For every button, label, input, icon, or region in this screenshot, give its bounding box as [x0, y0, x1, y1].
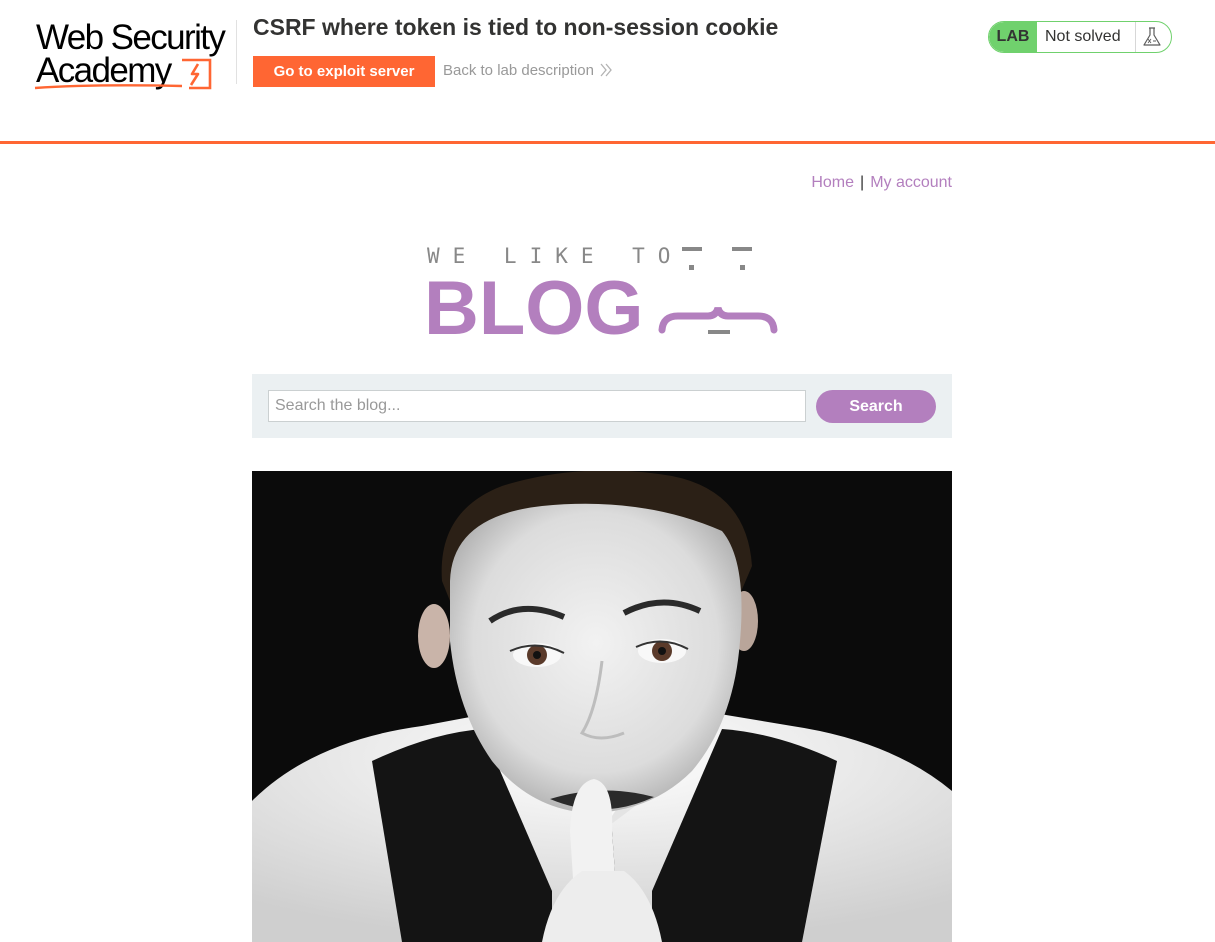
home-link[interactable]: Home — [811, 174, 854, 191]
back-to-lab-description-link[interactable]: Back to lab description — [443, 62, 612, 79]
flask-icon — [1143, 27, 1161, 46]
web-security-academy-logo[interactable]: Web Security Academy — [32, 18, 236, 92]
lab-title: CSRF where token is tied to non-session … — [253, 14, 779, 40]
my-account-link[interactable]: My account — [870, 174, 952, 191]
blog-banner-logo: WE LIKE TO BLOG — [424, 244, 778, 342]
go-to-exploit-server-button[interactable]: Go to exploit server — [253, 56, 435, 87]
search-input[interactable] — [268, 390, 806, 422]
blog-post-image[interactable] — [252, 471, 952, 942]
logo-underline — [34, 84, 183, 90]
nav-separator: | — [860, 174, 865, 191]
logo-line1: Web Security — [36, 18, 226, 57]
lightning-bolt-icon — [182, 58, 212, 90]
lab-status-text: Not solved — [1045, 28, 1121, 45]
lab-badge: LAB — [989, 22, 1037, 52]
search-section: Search — [252, 374, 952, 438]
academy-header: Web Security Academy CSRF where token is… — [0, 0, 1215, 144]
double-chevron-right-icon — [600, 63, 612, 77]
banner-title: BLOG — [424, 266, 644, 342]
banner-tagline: WE LIKE TO — [427, 244, 683, 268]
logo-divider — [236, 20, 237, 84]
lab-status-widget: LAB Not solved — [988, 21, 1172, 53]
lab-status-separator — [1135, 22, 1136, 52]
top-nav-links: Home | My account — [252, 174, 952, 192]
search-button[interactable]: Search — [816, 390, 936, 423]
back-link-label: Back to lab description — [443, 62, 594, 79]
mime-photo-illustration — [252, 471, 952, 942]
